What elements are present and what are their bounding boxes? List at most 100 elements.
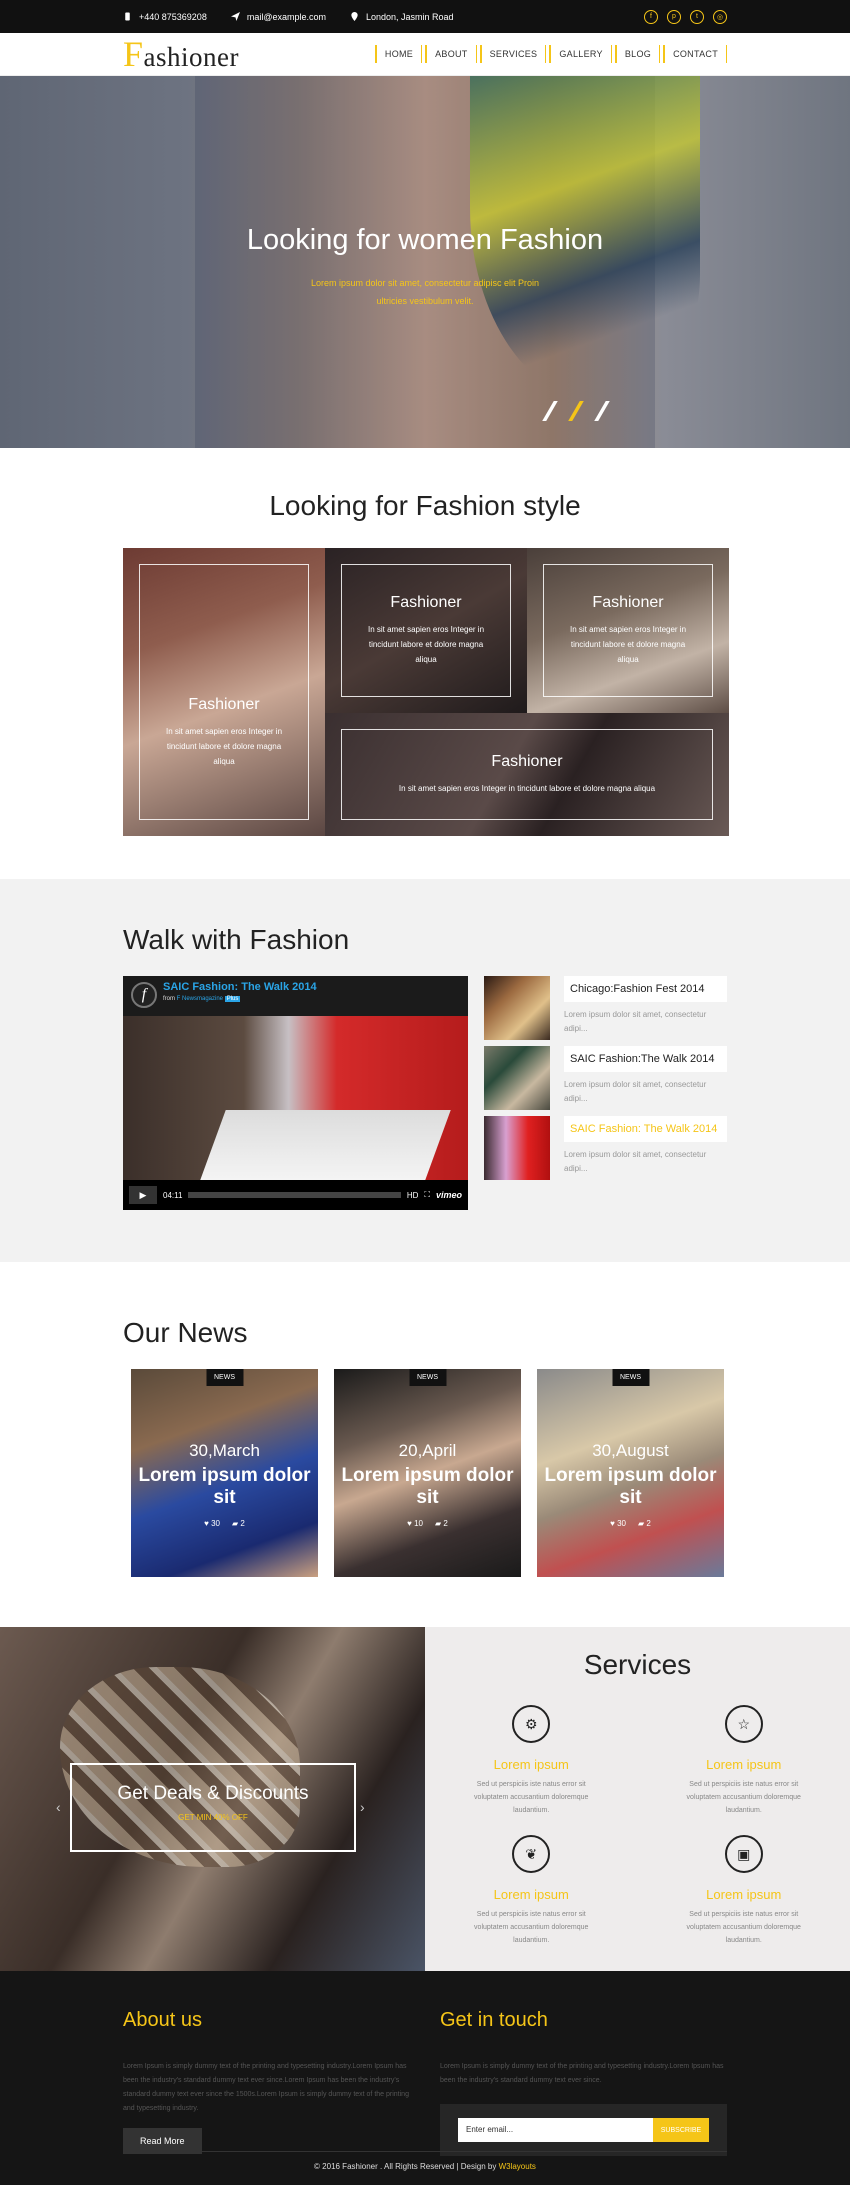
fashion-tile[interactable]: Fashioner In sit amet sapien eros Intege…	[527, 548, 729, 713]
subscribe-form: Enter email... SUBSCRIBE	[440, 2104, 727, 2156]
comments-count: ▰ 2	[232, 1519, 245, 1528]
news-section: Our News NEWS 30,March Lorem ipsum dolor…	[0, 1262, 850, 1627]
star-icon: ☆	[724, 1705, 763, 1743]
service-title[interactable]: Lorem ipsum	[706, 1887, 781, 1902]
video-item-desc: Lorem ipsum dolor sit amet, consectetur …	[564, 1080, 707, 1103]
fashion-style-section: Looking for Fashion style Fashioner In s…	[0, 448, 850, 879]
tile-frame: Fashioner In sit amet sapien eros Intege…	[341, 729, 713, 820]
copyright: © 2016 Fashioner . All Rights Reserved |…	[123, 2151, 727, 2171]
views-count: ♥ 10	[407, 1519, 423, 1528]
vimeo-logo[interactable]: vimeo	[436, 1190, 462, 1200]
heart-icon: ♥	[407, 1519, 412, 1528]
video-item-title-active[interactable]: SAIC Fashion: The Walk 2014	[564, 1116, 727, 1142]
views-value: 10	[414, 1519, 424, 1528]
video-item-title[interactable]: SAIC Fashion:The Walk 2014	[564, 1046, 727, 1072]
site-logo[interactable]: Fashioner	[123, 33, 241, 78]
video-thumbnail[interactable]	[484, 976, 550, 1040]
video-item-info: SAIC Fashion: The Walk 2014 Lorem ipsum …	[564, 1116, 727, 1180]
news-date: 20,April	[398, 1441, 457, 1460]
service-item: ❦ Lorem ipsum Sed ut perspiciis iste nat…	[425, 1835, 638, 1947]
deals-banner: ‹ Get Deals & Discounts GET MIN 40% OFF …	[0, 1627, 425, 1971]
gift-icon: ▣	[724, 1835, 763, 1873]
hero-title: Looking for women Fashion	[246, 224, 604, 256]
play-icon[interactable]: ▶	[129, 1186, 157, 1204]
video-item-title[interactable]: Chicago:Fashion Fest 2014	[564, 976, 727, 1002]
video-thumbnail[interactable]	[484, 1046, 550, 1110]
video-player[interactable]: f SAIC Fashion: The Walk 2014 from F New…	[123, 976, 468, 1210]
email-info[interactable]: mail@example.com	[230, 12, 326, 22]
news-overlay: 20,April Lorem ipsum dolor sit ♥ 10 ▰ 2	[334, 1441, 521, 1528]
slide-indicator-active[interactable]	[568, 401, 584, 421]
fashion-tile-wide[interactable]: Fashioner In sit amet sapien eros Intege…	[325, 713, 729, 836]
tile-frame: Fashioner In sit amet sapien eros Intege…	[139, 564, 309, 820]
pinterest-icon[interactable]: p	[667, 9, 681, 24]
video-list-item[interactable]: SAIC Fashion:The Walk 2014 Lorem ipsum d…	[484, 1046, 727, 1110]
tile-frame: Fashioner In sit amet sapien eros Intege…	[543, 564, 713, 697]
comments-value: 2	[443, 1519, 448, 1528]
nav-about[interactable]: ABOUT	[425, 45, 477, 63]
service-item: ▣ Lorem ipsum Sed ut perspiciis iste nat…	[638, 1835, 850, 1947]
service-text: Sed ut perspiciis iste natus error sit v…	[474, 1781, 589, 1814]
news-tag: NEWS	[612, 1369, 649, 1386]
fullscreen-icon[interactable]: ⛶	[424, 1190, 430, 1200]
video-list-item[interactable]: Chicago:Fashion Fest 2014 Lorem ipsum do…	[484, 976, 727, 1040]
video-channel[interactable]: F Newsmagazine	[177, 996, 223, 1002]
video-list-item[interactable]: SAIC Fashion: The Walk 2014 Lorem ipsum …	[484, 1116, 727, 1180]
news-headline[interactable]: Lorem ipsum dolor sit	[131, 1465, 318, 1509]
news-card[interactable]: NEWS 30,August Lorem ipsum dolor sit ♥ 3…	[537, 1369, 724, 1577]
phone-number: +440 875369208	[139, 11, 207, 22]
nav-gallery[interactable]: GALLERY	[549, 45, 612, 63]
copyright-text: © 2016 Fashioner . All Rights Reserved |…	[314, 2162, 497, 2171]
fashion-tile[interactable]: Fashioner In sit amet sapien eros Intege…	[123, 548, 325, 836]
hero-subtitle: Lorem ipsum dolor sit amet, consectetur …	[310, 278, 540, 306]
news-headline[interactable]: Lorem ipsum dolor sit	[537, 1465, 724, 1509]
email-address[interactable]: mail@example.com	[247, 12, 326, 22]
about-text: Lorem Ipsum is simply dummy text of the …	[123, 2063, 409, 2112]
news-headline[interactable]: Lorem ipsum dolor sit	[334, 1465, 521, 1509]
news-card[interactable]: NEWS 20,April Lorem ipsum dolor sit ♥ 10…	[334, 1369, 521, 1577]
logo-text: ashioner	[143, 42, 239, 72]
video-byline: from F Newsmagazine Plus	[163, 996, 241, 1002]
video-from: from	[163, 996, 175, 1002]
deals-subtitle: GET MIN 40% OFF	[178, 1813, 248, 1822]
deals-box[interactable]: Get Deals & Discounts GET MIN 40% OFF	[70, 1763, 356, 1852]
news-card[interactable]: NEWS 30,March Lorem ipsum dolor sit ♥ 30…	[131, 1369, 318, 1577]
nav-blog[interactable]: BLOG	[614, 45, 661, 63]
tile-text: In sit amet sapien eros Integer in tinci…	[165, 726, 283, 766]
nav-home[interactable]: HOME	[374, 45, 423, 63]
comments-value: 2	[646, 1519, 651, 1528]
service-title[interactable]: Lorem ipsum	[494, 1757, 569, 1772]
instagram-icon[interactable]: ◎	[713, 9, 727, 24]
channel-logo[interactable]: f	[131, 982, 157, 1008]
service-title[interactable]: Lorem ipsum	[706, 1757, 781, 1772]
news-stats: ♥ 30 ▰ 2	[131, 1519, 318, 1528]
comments-count: ▰ 2	[638, 1519, 651, 1528]
top-bar: +440 875369208 mail@example.com London, …	[0, 0, 850, 33]
nav-contact[interactable]: CONTACT	[663, 45, 727, 63]
views-value: 30	[617, 1519, 627, 1528]
designer-link[interactable]: W3layouts	[499, 2162, 536, 2171]
hd-toggle[interactable]: HD	[407, 1191, 419, 1200]
subscribe-button[interactable]: SUBSCRIBE	[653, 2118, 709, 2142]
logo-initial: F	[123, 34, 144, 74]
chevron-left-icon[interactable]: ‹	[56, 1799, 61, 1815]
video-thumbnail[interactable]	[484, 1116, 550, 1180]
video-progress[interactable]	[188, 1192, 401, 1198]
views-value: 30	[211, 1519, 221, 1528]
news-overlay: 30,March Lorem ipsum dolor sit ♥ 30 ▰ 2	[131, 1441, 318, 1528]
news-tag: NEWS	[206, 1369, 243, 1386]
video-title[interactable]: SAIC Fashion: The Walk 2014	[163, 981, 317, 993]
facebook-icon[interactable]: f	[644, 9, 658, 24]
nav-services[interactable]: SERVICES	[479, 45, 547, 63]
walk-with-fashion-section: Walk with Fashion f SAIC Fashion: The Wa…	[0, 879, 850, 1262]
twitter-icon[interactable]: t	[690, 9, 704, 24]
service-title[interactable]: Lorem ipsum	[494, 1887, 569, 1902]
tile-text: In sit amet sapien eros Integer in tinci…	[398, 784, 656, 793]
deals-title: Get Deals & Discounts	[117, 1783, 309, 1804]
leaf-icon: ❦	[512, 1835, 551, 1873]
chevron-right-icon[interactable]: ›	[360, 1799, 365, 1815]
comments-count: ▰ 2	[435, 1519, 448, 1528]
contact-column: Get in touch Lorem Ipsum is simply dummy…	[440, 2009, 727, 2156]
fashion-tile[interactable]: Fashioner In sit amet sapien eros Intege…	[325, 548, 527, 713]
email-input[interactable]: Enter email...	[458, 2118, 653, 2142]
